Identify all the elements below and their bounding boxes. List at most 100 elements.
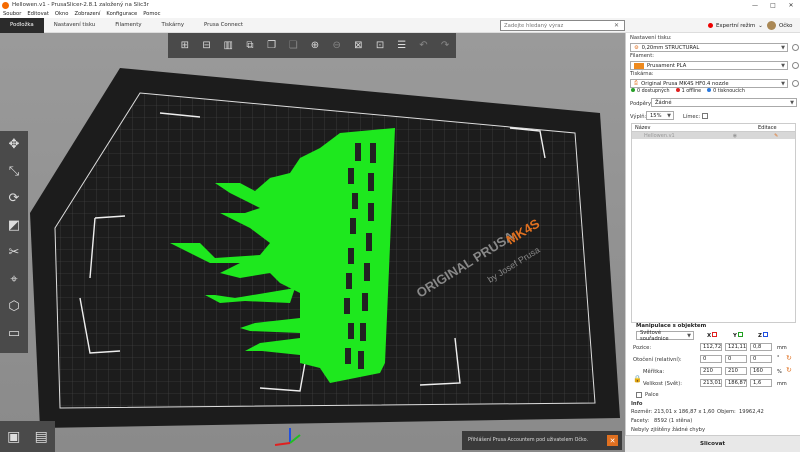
tab-filaments[interactable]: Filamenty: [105, 18, 151, 33]
menu-view[interactable]: Zobrazení: [74, 11, 100, 17]
filament-select[interactable]: Prusament PLA ▼: [630, 61, 788, 70]
move-icon[interactable]: ✥: [0, 131, 28, 158]
scale-label: Měřítka:: [643, 369, 665, 375]
add-object-icon[interactable]: ⊞: [174, 37, 196, 55]
add-instance-icon[interactable]: ⊕: [304, 37, 326, 55]
scale-x-field[interactable]: 210: [700, 367, 722, 375]
printer-value: Original Prusa MK4S HF0.4 nozzle: [641, 80, 729, 87]
tab-print-settings[interactable]: Nastavení tisku: [44, 18, 106, 33]
tab-plater[interactable]: Podložka: [0, 17, 44, 33]
menu-file[interactable]: Soubor: [3, 11, 21, 17]
delete-icon[interactable]: ⊟: [196, 37, 218, 55]
object-row[interactable]: Hellowen.v1 ◉ ✎: [632, 132, 795, 139]
preview-layers-icon[interactable]: ▤: [35, 429, 48, 445]
status-printing-dot: [707, 88, 712, 92]
coordinate-system-select[interactable]: Světové souřadnice ▼: [636, 329, 694, 342]
edit-filament-icon[interactable]: [792, 62, 799, 69]
remove-instance-icon[interactable]: ⊖: [326, 37, 348, 55]
infill-select[interactable]: 15% ▼: [646, 111, 674, 120]
axis-y-label: Y: [733, 332, 743, 339]
supports-painting-icon[interactable]: ⌖: [0, 266, 28, 293]
split-objects-icon[interactable]: ⊠: [348, 37, 370, 55]
emboss-icon[interactable]: ▭: [0, 320, 28, 347]
delete-all-icon[interactable]: ▥: [217, 37, 239, 55]
inches-checkbox[interactable]: [636, 392, 642, 398]
close-notification-icon[interactable]: ✕: [607, 435, 618, 446]
place-on-face-icon[interactable]: ◩: [0, 212, 28, 239]
chevron-down-icon: ▼: [790, 99, 794, 106]
rotation-y-field[interactable]: 0: [725, 355, 747, 363]
info-errors: Nebyly zjištěny žádné chyby: [631, 427, 706, 433]
tab-prusa-connect[interactable]: Prusa Connect: [194, 18, 253, 33]
maximize-button[interactable]: □: [764, 2, 782, 9]
edit-printer-icon[interactable]: [792, 80, 799, 87]
reset-rotation-icon[interactable]: ↻: [786, 354, 792, 362]
variable-layer-height-icon[interactable]: ☰: [391, 37, 413, 55]
status-available: 0 dostupných: [631, 88, 670, 94]
menu-configuration[interactable]: Konfigurace: [106, 11, 137, 17]
status-available-dot: [631, 88, 635, 92]
position-x-field[interactable]: 112,72: [700, 343, 722, 351]
close-window-button[interactable]: ✕: [782, 2, 800, 9]
menu-help[interactable]: Pomoc: [143, 11, 160, 17]
brim-checkbox[interactable]: [702, 113, 708, 119]
coordinate-system-value: Světové souřadnice: [640, 329, 669, 342]
chevron-down-icon: ▼: [781, 44, 785, 51]
chevron-down-icon: ▼: [687, 332, 691, 339]
menu-edit[interactable]: Editovat: [27, 11, 49, 17]
menu-window[interactable]: Okno: [55, 11, 69, 17]
infill-value: 15%: [650, 112, 662, 119]
rotation-x-field[interactable]: 0: [700, 355, 722, 363]
reset-scale-icon[interactable]: ↻: [786, 366, 792, 374]
paste-icon[interactable]: ❏: [282, 37, 304, 55]
clear-search-icon[interactable]: ✕: [614, 22, 619, 29]
notification-text: Přihlášení Prusa Accountem pod uživatele…: [468, 438, 589, 443]
settings-icon: ⚙: [634, 44, 639, 51]
info-size-value: 213,01 x 186,87 x 1,60: [654, 409, 715, 415]
3d-view-icon[interactable]: ▣: [7, 429, 20, 445]
copy-icon[interactable]: ❐: [261, 37, 283, 55]
size-x-field[interactable]: 213,01: [700, 379, 722, 387]
tab-printers[interactable]: Tiskárny: [152, 18, 195, 33]
search-box: ✕: [500, 20, 625, 31]
info-volume-value: 19962,42: [739, 409, 764, 415]
scale-y-field[interactable]: 210: [725, 367, 747, 375]
edit-object-icon[interactable]: ✎: [774, 133, 778, 139]
redo-icon[interactable]: ↷: [434, 37, 456, 55]
chevron-down-icon: ▼: [781, 80, 785, 87]
edit-print-profile-icon[interactable]: [792, 44, 799, 51]
printer-icon: ⎙: [634, 80, 639, 86]
scale-icon[interactable]: ⤡: [0, 158, 28, 185]
rotate-icon[interactable]: ⟳: [0, 185, 28, 212]
object-name: Hellowen.v1: [644, 132, 675, 139]
mode-selector[interactable]: Expertní režim ⌄: [708, 20, 763, 31]
print-profile-select[interactable]: ⚙ 0,20mm STRUCTURAL ▼: [630, 43, 788, 52]
split-parts-icon[interactable]: ⊡: [369, 37, 391, 55]
measure-icon[interactable]: ⬡: [0, 293, 28, 320]
rotation-z-field[interactable]: 0: [750, 355, 772, 363]
cut-icon[interactable]: ✂: [0, 239, 28, 266]
size-z-field[interactable]: 1,6: [750, 379, 772, 387]
printer-select[interactable]: ⎙ Original Prusa MK4S HF0.4 nozzle ▼: [630, 79, 788, 88]
position-label: Pozice:: [633, 345, 652, 351]
mode-label: Expertní režim: [716, 22, 756, 29]
chevron-down-icon: ▼: [781, 62, 785, 69]
avatar: [767, 21, 776, 30]
undo-icon[interactable]: ↶: [413, 37, 435, 55]
search-input[interactable]: [504, 22, 614, 29]
scale-z-field[interactable]: 160: [750, 367, 772, 375]
supports-select[interactable]: Žádné ▼: [651, 98, 797, 107]
user-account[interactable]: Očko: [767, 20, 792, 31]
arrange-icon[interactable]: ⧉: [239, 37, 261, 55]
position-y-field[interactable]: 121,11: [725, 343, 747, 351]
size-unit: mm: [777, 381, 787, 387]
size-y-field[interactable]: 186,87: [725, 379, 747, 387]
print-bed-scene: ORIGINAL PRUSA MK4S by Josef Prusa: [30, 68, 620, 446]
minimize-button[interactable]: —: [746, 2, 764, 9]
eye-icon[interactable]: ◉: [733, 133, 737, 139]
3d-viewport[interactable]: ORIGINAL PRUSA MK4S by Josef Prusa ⊞ ⊟ ▥…: [0, 33, 625, 452]
lock-icon[interactable]: 🔒: [633, 375, 642, 383]
top-toolbar: ⊞ ⊟ ▥ ⧉ ❐ ❏ ⊕ ⊖ ⊠ ⊡ ☰ ↶ ↷: [168, 33, 456, 58]
slice-button[interactable]: Slicovat: [625, 435, 800, 452]
position-z-field[interactable]: 0,8: [750, 343, 772, 351]
